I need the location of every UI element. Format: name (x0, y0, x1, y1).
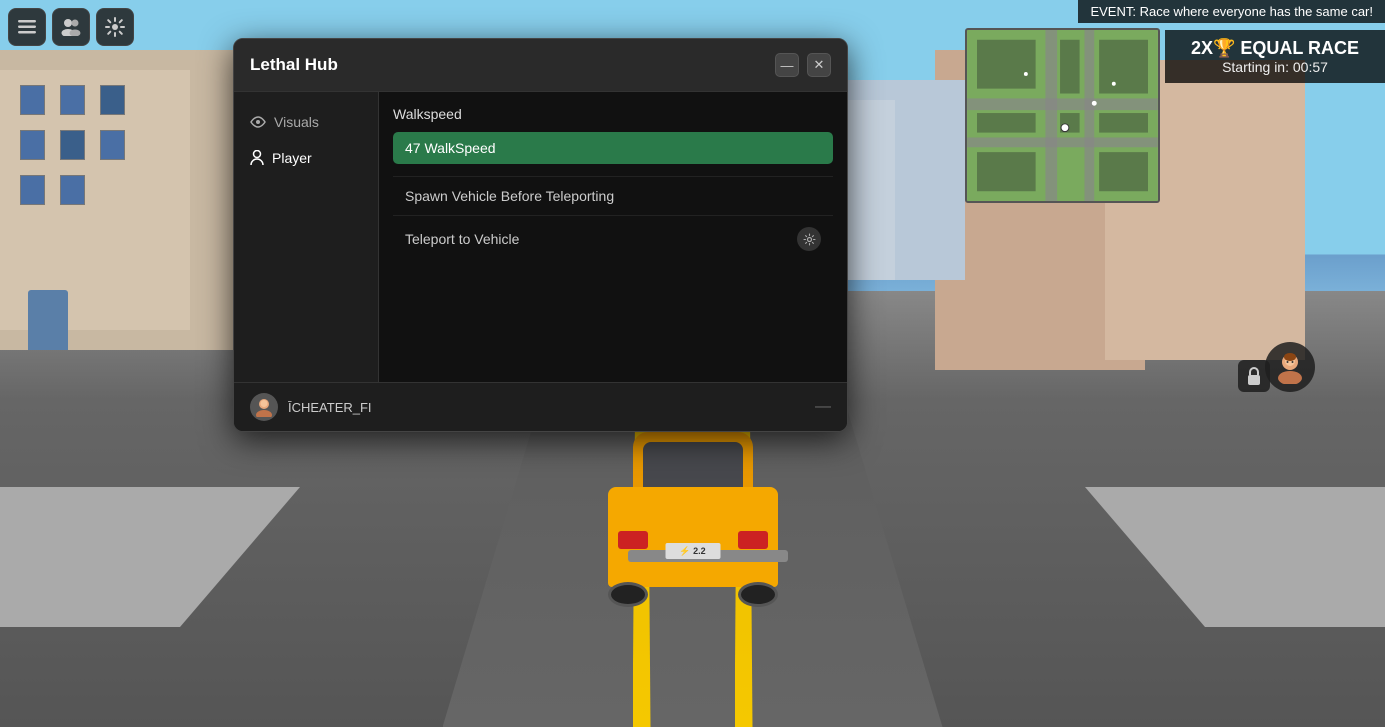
window (20, 85, 45, 115)
event-timer: Starting in: 00:57 (1181, 59, 1369, 75)
footer-dash: — (815, 398, 831, 416)
minimap-svg (967, 30, 1158, 201)
avatar-icon (1273, 350, 1307, 384)
lock-icon (1246, 366, 1262, 386)
modal-title: Lethal Hub (250, 55, 338, 75)
window (60, 85, 85, 115)
window (100, 130, 125, 160)
modal-content-area: Walkspeed Spawn Vehicle Before Teleporti… (379, 92, 847, 382)
players-icon (61, 18, 81, 36)
players-icon-button[interactable] (52, 8, 90, 46)
minimap (965, 28, 1160, 203)
avatar-container[interactable] (1265, 342, 1315, 392)
event-title: 2X🏆 EQUAL RACE (1181, 38, 1369, 59)
window (20, 175, 45, 205)
teleport-settings-icon[interactable] (797, 227, 821, 251)
modal: Lethal Hub — ✕ Visuals (233, 38, 848, 432)
minimize-button[interactable]: — (775, 53, 799, 77)
footer-avatar-icon (254, 397, 274, 417)
event-banner: EVENT: Race where everyone has the same … (1078, 0, 1385, 23)
taxi-body: ⚡ 2.2 (608, 487, 778, 587)
person-icon (250, 150, 264, 166)
close-button[interactable]: ✕ (807, 53, 831, 77)
teleport-vehicle-label: Teleport to Vehicle (405, 231, 519, 247)
menu-icon-button[interactable] (8, 8, 46, 46)
modal-body: Visuals Player Walkspeed Spawn Vehicle B… (234, 92, 847, 382)
walkspeed-label: Walkspeed (393, 106, 833, 122)
modal-footer: ĪCHEATER_FI — (234, 382, 847, 431)
modal-controls: — ✕ (775, 53, 831, 77)
taxi-license-plate: ⚡ 2.2 (665, 543, 720, 559)
taxi-right-taillight (738, 531, 768, 549)
settings-icon-button[interactable] (96, 8, 134, 46)
doorway-left (28, 290, 68, 350)
window (20, 130, 45, 160)
window (60, 175, 85, 205)
spawn-vehicle-label: Spawn Vehicle Before Teleporting (405, 188, 614, 204)
eye-icon (250, 116, 266, 128)
settings-icon (105, 17, 125, 37)
modal-sidebar: Visuals Player (234, 92, 379, 382)
teleport-vehicle-option[interactable]: Teleport to Vehicle (393, 215, 833, 262)
menu-icon (18, 20, 36, 34)
taxi-wheel-right (738, 582, 778, 607)
taxi-windshield (643, 442, 743, 492)
window (100, 85, 125, 115)
sidebar-item-visuals[interactable]: Visuals (234, 104, 378, 140)
walkspeed-input[interactable] (393, 132, 833, 164)
sidebar-visuals-label: Visuals (274, 114, 319, 130)
sidebar-item-player[interactable]: Player (234, 140, 378, 176)
footer-username: ĪCHEATER_FI (288, 400, 372, 415)
spawn-vehicle-option[interactable]: Spawn Vehicle Before Teleporting (393, 176, 833, 215)
gear-icon (803, 233, 816, 246)
footer-avatar (250, 393, 278, 421)
taxi-left-taillight (618, 531, 648, 549)
modal-titlebar: Lethal Hub — ✕ (234, 39, 847, 92)
taxi-wheel-left (608, 582, 648, 607)
sidebar-player-label: Player (272, 150, 312, 166)
top-left-ui (8, 8, 134, 46)
event-box: 2X🏆 EQUAL RACE Starting in: 00:57 (1165, 30, 1385, 83)
window (60, 130, 85, 160)
